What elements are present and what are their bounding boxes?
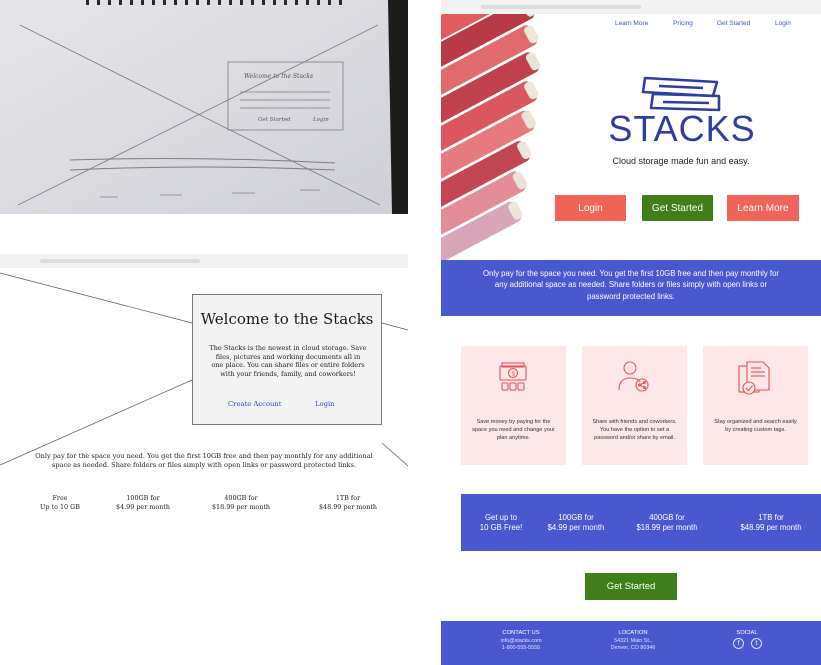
get-started-button[interactable]: Get Started (642, 195, 713, 221)
wireframe-price-400gb: 400GB for $18.99 per month (203, 494, 279, 511)
price-line1: 400GB for (649, 513, 685, 522)
price-line2: $48.99 per month (740, 522, 802, 532)
mockup-url-bar (481, 5, 641, 9)
documents-check-icon (738, 361, 770, 395)
wireframe-paragraph-text: Only pay for the space you need. You get… (35, 452, 373, 469)
sketch-photo: Welcome to the Stacks Get Started Login (0, 0, 408, 214)
wireframe-price-free: Free Up to 10 GB (28, 494, 92, 511)
share-user-icon (618, 361, 649, 392)
footer-phone: 1-800-555-5555 (501, 645, 541, 651)
footer: CONTACT US info@stacks.com 1-800-555-555… (441, 621, 821, 665)
footer-location: LOCATION 54321 Main St., Denver, CO 8034… (603, 630, 663, 653)
brand-name: STACKS (608, 108, 756, 149)
footer-social-heading: SOCIAL (736, 630, 758, 636)
nav-pricing[interactable]: Pricing (673, 20, 693, 27)
price-line2: $18.99 per month (636, 522, 698, 532)
books-hero-image (441, 14, 541, 260)
facebook-icon[interactable]: f (733, 638, 744, 649)
price-line1: Get up to (484, 513, 518, 522)
price-line2: 10 GB Free! (479, 522, 523, 532)
nav-login[interactable]: Login (775, 20, 791, 27)
feature-text: Stay organized and search easily by crea… (714, 419, 797, 433)
wireframe-page: Welcome to the Stacks The Stacks is the … (0, 254, 408, 665)
price-free: Get up to 10 GB Free! (473, 513, 529, 532)
footer-location-heading: LOCATION (618, 630, 648, 636)
price-line2: $4.99 per month (547, 522, 605, 532)
intro-text: Only pay for the space you need. You get… (482, 269, 780, 301)
intro-band: Only pay for the space you need. You get… (441, 260, 821, 316)
learn-more-button[interactable]: Learn More (727, 195, 799, 221)
sketch-paper: Welcome to the Stacks Get Started Login (0, 0, 408, 214)
wireframe-title: Welcome to the Stacks (200, 310, 374, 328)
wireframe-browser-bar (0, 254, 408, 268)
feature-card-share: Share with friends and coworkers. You ha… (582, 346, 687, 465)
sketch-card-title: Welcome to the Stacks (244, 73, 313, 80)
wireframe-price-1tb: 1TB for $48.99 per month (310, 494, 386, 511)
create-account-link[interactable]: Create Account (228, 400, 282, 408)
wireframe-price-100gb: 100GB for $4.99 per month (105, 494, 181, 511)
wireframe-url-bar (40, 259, 200, 263)
price-line2: $4.99 per month (116, 502, 170, 511)
sketch-get-started: Get Started (258, 117, 291, 123)
price-line1: 1TB for (758, 513, 784, 522)
footer-contact-heading: CONTACT US (502, 630, 540, 636)
pricing-band: Get up to 10 GB Free! 100GB for $4.99 pe… (461, 494, 821, 551)
price-line1: Free (52, 494, 68, 502)
price-line1: 100GB for (126, 494, 160, 502)
svg-text:$: $ (511, 371, 515, 378)
wireframe-login-link[interactable]: Login (315, 400, 335, 408)
footer-contact: CONTACT US info@stacks.com 1-800-555-555… (491, 630, 551, 653)
price-line2: $18.99 per month (211, 502, 271, 511)
wireframe-welcome-card: Welcome to the Stacks The Stacks is the … (192, 294, 382, 425)
cta-get-started-button[interactable]: Get Started (585, 573, 677, 600)
footer-address-line2: Denver, CO 80346 (610, 645, 656, 651)
price-line1: 1TB for (335, 494, 361, 502)
price-line1: 400GB for (224, 494, 258, 502)
twitter-icon[interactable]: t (751, 638, 762, 649)
price-line2: $48.99 per month (318, 502, 378, 511)
footer-email[interactable]: info@stacks.com (491, 638, 551, 646)
price-1tb: 1TB for $48.99 per month (723, 513, 819, 532)
price-line1: 100GB for (558, 513, 594, 522)
money-storage-icon: $ (499, 362, 527, 391)
tagline: Cloud storage made fun and easy. (612, 156, 750, 166)
feature-text: Share with friends and coworkers. You ha… (592, 419, 677, 441)
stacks-logo-icon (641, 76, 721, 112)
nav-get-started[interactable]: Get Started (717, 20, 750, 27)
login-button[interactable]: Login (555, 195, 626, 221)
mockup-browser-bar (441, 0, 821, 14)
price-400gb: 400GB for $18.99 per month (621, 513, 713, 532)
wireframe-description: The Stacks is the newest in cloud storag… (209, 344, 367, 378)
sketch-login: Login (312, 117, 329, 123)
feature-text: Save money by paying for the space you n… (472, 419, 555, 441)
feature-card-save-money: $ Save money by paying for the space you… (461, 346, 566, 465)
feature-card-organize: Stay organized and search easily by crea… (703, 346, 808, 465)
price-100gb: 100GB for $4.99 per month (531, 513, 621, 532)
mockup-page: Learn More Pricing Get Started Login STA… (441, 0, 821, 665)
footer-social: SOCIAL (727, 630, 767, 638)
nav-learn-more[interactable]: Learn More (615, 20, 648, 27)
price-line2: Up to 10 GB (40, 502, 80, 511)
footer-address-line1: 54321 Main St., (614, 637, 652, 644)
wireframe-pricing-paragraph: Only pay for the space you need. You get… (0, 452, 408, 470)
